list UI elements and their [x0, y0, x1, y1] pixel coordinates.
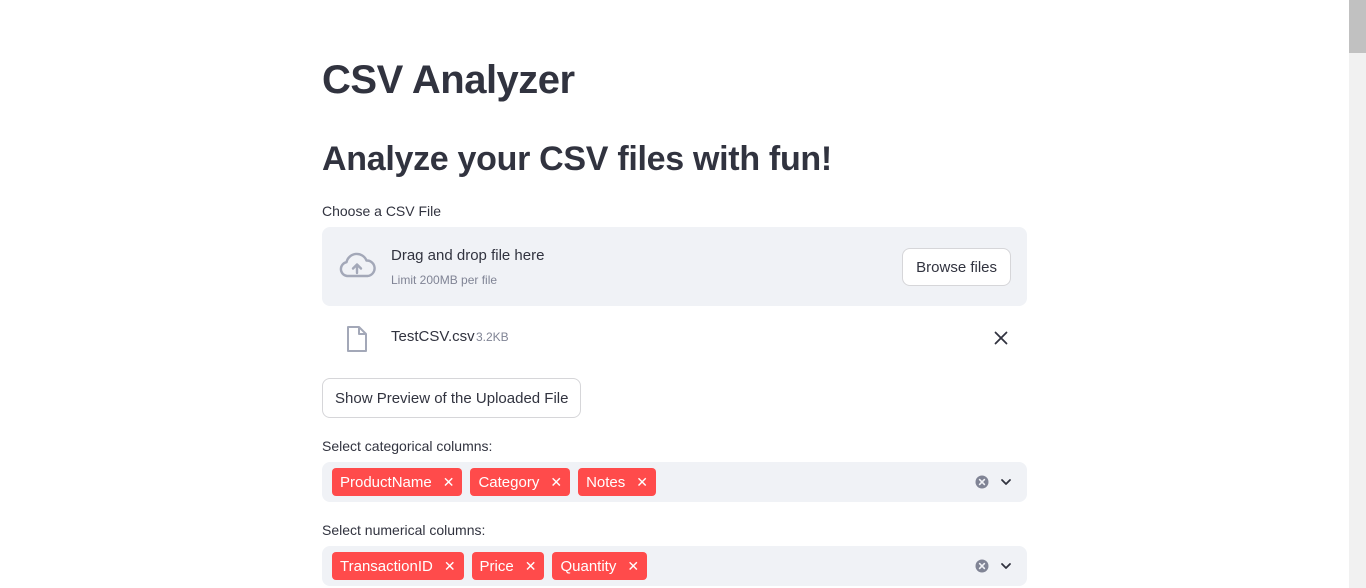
tag-label: Category	[478, 473, 540, 491]
remove-tag-icon[interactable]: ✕	[636, 474, 648, 491]
remove-tag-icon[interactable]: ✕	[443, 474, 455, 491]
tag-label: TransactionID	[340, 557, 433, 575]
close-icon[interactable]	[991, 328, 1011, 348]
scrollbar[interactable]	[1349, 0, 1366, 588]
page-subtitle: Analyze your CSV files with fun!	[322, 140, 832, 178]
clear-all-icon[interactable]	[975, 559, 989, 573]
chevron-down-icon[interactable]	[999, 559, 1013, 573]
tag-label: Notes	[586, 473, 626, 491]
page-title: CSV Analyzer	[322, 58, 575, 102]
file-icon	[347, 326, 367, 352]
categorical-columns-select[interactable]: ProductName ✕ Category ✕ Notes ✕	[322, 462, 1027, 502]
uploaded-file-item: TestCSV.csv 3.2KB	[322, 318, 1027, 358]
uploaded-file-name: TestCSV.csv	[391, 328, 475, 345]
categorical-columns-label: Select categorical columns:	[322, 438, 493, 454]
tag-label: ProductName	[340, 473, 432, 491]
categorical-tags: ProductName ✕ Category ✕ Notes ✕	[332, 468, 656, 496]
tag-label: Price	[479, 557, 514, 575]
dropzone-instructions: Drag and drop file here	[391, 247, 545, 264]
dropzone-limit: Limit 200MB per file	[391, 273, 498, 287]
remove-tag-icon[interactable]: ✕	[525, 558, 537, 575]
scrollbar-thumb[interactable]	[1349, 0, 1366, 53]
tag: Notes ✕	[578, 468, 656, 496]
tag: Price ✕	[471, 552, 545, 580]
clear-all-icon[interactable]	[975, 475, 989, 489]
numerical-columns-label: Select numerical columns:	[322, 522, 486, 538]
numerical-tags: TransactionID ✕ Price ✕ Quantity ✕	[332, 552, 648, 580]
file-dropzone[interactable]: Drag and drop file here Limit 200MB per …	[322, 227, 1027, 306]
uploaded-file-size: 3.2KB	[476, 330, 509, 344]
numerical-columns-select[interactable]: TransactionID ✕ Price ✕ Quantity ✕	[322, 546, 1027, 586]
browse-files-button[interactable]: Browse files	[902, 248, 1011, 286]
remove-tag-icon[interactable]: ✕	[627, 558, 639, 575]
tag: Quantity ✕	[552, 552, 648, 580]
remove-tag-icon[interactable]: ✕	[444, 558, 456, 575]
tag: TransactionID ✕	[332, 552, 464, 580]
tag: ProductName ✕	[332, 468, 463, 496]
cloud-upload-icon	[339, 252, 376, 278]
tag: Category ✕	[470, 468, 571, 496]
tag-label: Quantity	[560, 557, 617, 575]
chevron-down-icon[interactable]	[999, 475, 1013, 489]
file-uploader-label: Choose a CSV File	[322, 203, 442, 219]
show-preview-button[interactable]: Show Preview of the Uploaded File	[322, 378, 582, 418]
remove-tag-icon[interactable]: ✕	[550, 474, 562, 491]
